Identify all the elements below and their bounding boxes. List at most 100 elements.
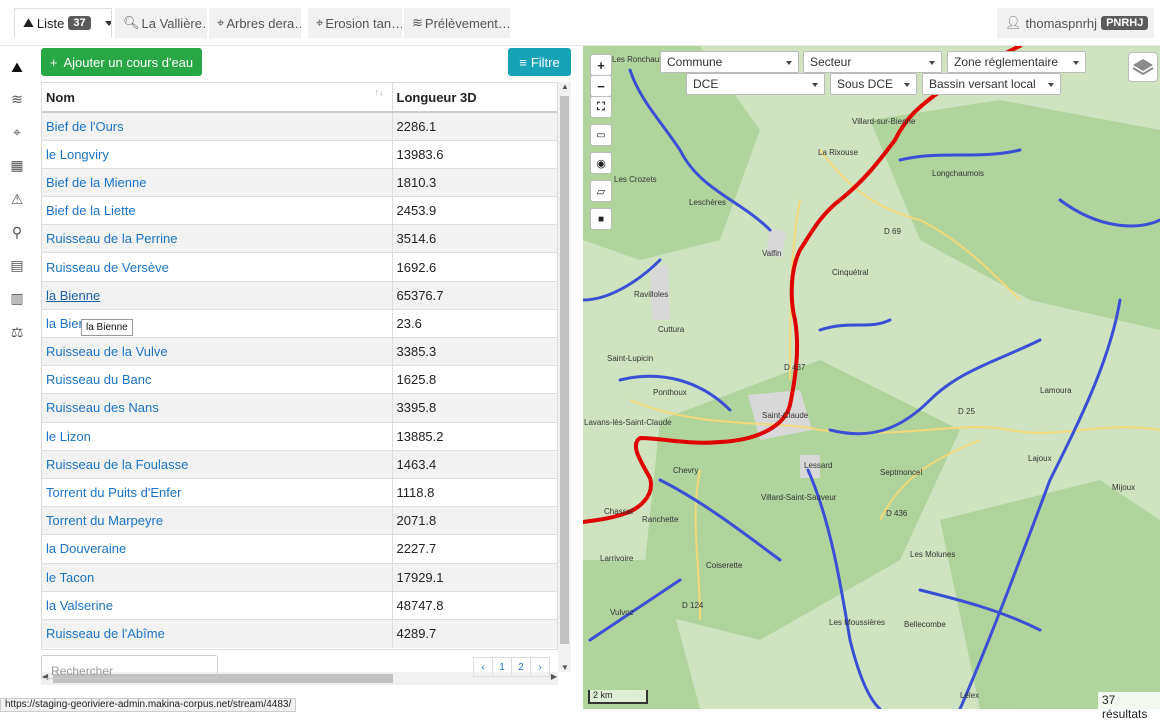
table-row[interactable]: le Tacon 17929.1 — [42, 562, 557, 592]
table-row[interactable]: Ruisseau de la Vulve 3385.3 — [42, 336, 557, 366]
tab-prelevement[interactable]: ≋ Prélèvement… — [404, 8, 510, 38]
table-row[interactable]: Ruisseau de Versève 1692.6 — [42, 252, 557, 282]
user-menu[interactable]: 👤︎ thomaspnrhj PNRHJ — [997, 8, 1154, 38]
document-icon[interactable]: ▥ — [8, 289, 26, 307]
stream-link[interactable]: Ruisseau du Banc — [46, 372, 152, 387]
scroll-thumb[interactable] — [560, 96, 569, 644]
stream-link[interactable]: le Lizon — [46, 429, 91, 444]
table-row[interactable]: Bief de l'Ours 2286.1 — [42, 111, 557, 141]
tab-la-valliere[interactable]: 🔍︎ La Vallière… — [115, 8, 207, 38]
stream-link[interactable]: Bief de la Mienne — [46, 175, 146, 190]
stream-link[interactable]: Ruisseau de Versève — [46, 260, 169, 275]
stream-link[interactable]: Ruisseau de la Vulve — [46, 344, 168, 359]
chevron-down-icon — [929, 61, 935, 65]
folder-icon[interactable]: ▱ — [590, 180, 612, 202]
table-row[interactable]: Ruisseau de la Foulasse 1463.4 — [42, 449, 557, 479]
stream-link[interactable]: Ruisseau de la Foulasse — [46, 457, 188, 472]
dce-select[interactable]: DCE — [686, 73, 825, 95]
stream-link[interactable]: la Bienne — [46, 288, 100, 303]
warning-icon[interactable]: ⚠ — [8, 190, 26, 208]
table-row[interactable]: Ruisseau de l'Abîme 4289.7 — [42, 618, 557, 648]
stream-link[interactable]: le Longviry — [46, 147, 109, 162]
commune-select[interactable]: Commune — [660, 51, 799, 73]
cell-nom: Torrent du Puits d'Enfer — [42, 477, 393, 507]
cell-nom: Bief de la Mienne — [42, 167, 393, 197]
tab-erosion[interactable]: ⌖ Erosion tan… — [308, 8, 402, 38]
scroll-right-icon[interactable]: ▶ — [551, 672, 557, 681]
table-row[interactable]: Bief de la Liette 2453.9 — [42, 196, 557, 225]
tab-arbres[interactable]: ⌖ Arbres dera… — [209, 8, 301, 38]
cell-longueur: 13885.2 — [392, 421, 557, 451]
chevron-down-icon[interactable] — [104, 20, 111, 26]
vertical-scrollbar[interactable]: ▲ ▼ — [558, 82, 571, 672]
map-scale: 2 km — [588, 690, 648, 704]
fullscreen-icon[interactable]: ⛶ — [590, 96, 612, 118]
map-place-label: Ranchette — [642, 515, 679, 524]
table-row[interactable]: la Bienne 65376.7 — [42, 280, 557, 310]
scale-icon[interactable]: ⚖ — [8, 323, 26, 341]
map-document-icon[interactable]: ▤ — [8, 256, 26, 274]
magnifier-icon[interactable]: ⚲ — [8, 223, 26, 241]
map-view[interactable]: Les Ronchaux Villard-sur-Bienne La Rixouse… — [583, 46, 1160, 709]
left-sidebar: ⛰ ≋ ⌖ ▦ ⚠ ⚲ ▤ ▥ ⚖ — [0, 46, 34, 712]
square-select-icon[interactable]: ■ — [590, 208, 612, 230]
table-row[interactable]: la Douveraine 2227.7 — [42, 534, 557, 563]
scroll-up-icon[interactable]: ▲ — [561, 82, 569, 91]
cell-longueur: 13983.6 — [392, 139, 557, 169]
stream-link[interactable]: Bief de la Liette — [46, 203, 136, 218]
map-place-label: Les Crozets — [614, 175, 657, 184]
table-row[interactable]: Ruisseau de la Perrine 3514.6 — [42, 224, 557, 253]
add-stream-button[interactable]: + Ajouter un cours d'eau — [41, 48, 202, 76]
measure-icon[interactable]: ▭ — [590, 124, 612, 146]
cell-nom: Ruisseau de Versève — [42, 252, 393, 282]
table-row[interactable]: Torrent du Puits d'Enfer 1118.8 — [42, 477, 557, 507]
page-prev[interactable]: ‹ — [473, 657, 493, 677]
table-row[interactable]: la Valserine 48747.8 — [42, 590, 557, 620]
sort-icon[interactable]: ↑↓ — [375, 87, 384, 97]
stream-link[interactable]: le Tacon — [46, 570, 94, 585]
select-label: Zone réglementaire — [954, 55, 1059, 69]
user-name: thomaspnrhj — [1025, 15, 1098, 31]
table-row[interactable]: Ruisseau des Nans 3395.8 — [42, 393, 557, 423]
scroll-down-icon[interactable]: ▼ — [561, 663, 569, 672]
cell-longueur: 1692.6 — [392, 252, 557, 282]
stream-link[interactable]: Torrent du Puits d'Enfer — [46, 485, 181, 500]
bassin-versant-select[interactable]: Bassin versant local — [922, 73, 1061, 95]
table-row[interactable]: le Lizon 13885.2 — [42, 421, 557, 451]
map-place-label: D 124 — [682, 601, 704, 610]
stream-link[interactable]: Ruisseau de la Perrine — [46, 231, 178, 246]
sous-dce-select[interactable]: Sous DCE — [830, 73, 917, 95]
table-row[interactable]: Bief de la Mienne 1810.3 — [42, 167, 557, 197]
filter-button[interactable]: ≡ Filtre — [508, 48, 571, 76]
column-header-longueur[interactable]: Longueur 3D — [392, 83, 557, 113]
stream-link[interactable]: Ruisseau de l'Abîme — [46, 626, 165, 641]
river-icon[interactable]: ≋ — [8, 90, 26, 108]
layers-icon[interactable] — [1128, 52, 1158, 82]
results-count: 37 résultats — [1098, 692, 1160, 722]
column-header-nom[interactable]: Nom ↑↓ — [42, 83, 393, 113]
stream-link[interactable]: la Valserine — [46, 598, 113, 613]
watercourse-icon[interactable]: ⛰ — [8, 58, 26, 76]
table-row[interactable]: Ruisseau du Banc 1625.8 — [42, 365, 557, 394]
cell-nom: le Lizon — [42, 421, 393, 451]
table-row[interactable]: Torrent du Marpeyre 2071.8 — [42, 506, 557, 535]
table-row[interactable]: le Longviry 13983.6 — [42, 139, 557, 169]
camera-icon[interactable]: ◉ — [590, 152, 612, 174]
location-pin-icon[interactable]: ⌖ — [8, 123, 26, 141]
zoom-out-button[interactable]: − — [590, 75, 612, 97]
page-next[interactable]: › — [530, 657, 550, 677]
map-place-label: Coiserette — [706, 561, 743, 570]
secteur-select[interactable]: Secteur — [803, 51, 942, 73]
org-badge: PNRHJ — [1101, 16, 1149, 30]
tab-list[interactable]: ⛰ Liste 37 — [14, 8, 112, 38]
stream-link[interactable]: Bief de l'Ours — [46, 119, 124, 134]
zoom-in-button[interactable]: + — [590, 54, 612, 76]
stream-link[interactable]: la Douveraine — [46, 541, 126, 556]
buildings-icon[interactable]: ▦ — [8, 156, 26, 174]
page-1[interactable]: 1 — [492, 657, 512, 677]
page-2[interactable]: 2 — [511, 657, 531, 677]
stream-link[interactable]: Ruisseau des Nans — [46, 400, 159, 415]
zone-reglementaire-select[interactable]: Zone réglementaire — [947, 51, 1086, 73]
search-input[interactable]: Rechercher — [41, 655, 218, 679]
stream-link[interactable]: Torrent du Marpeyre — [46, 513, 163, 528]
